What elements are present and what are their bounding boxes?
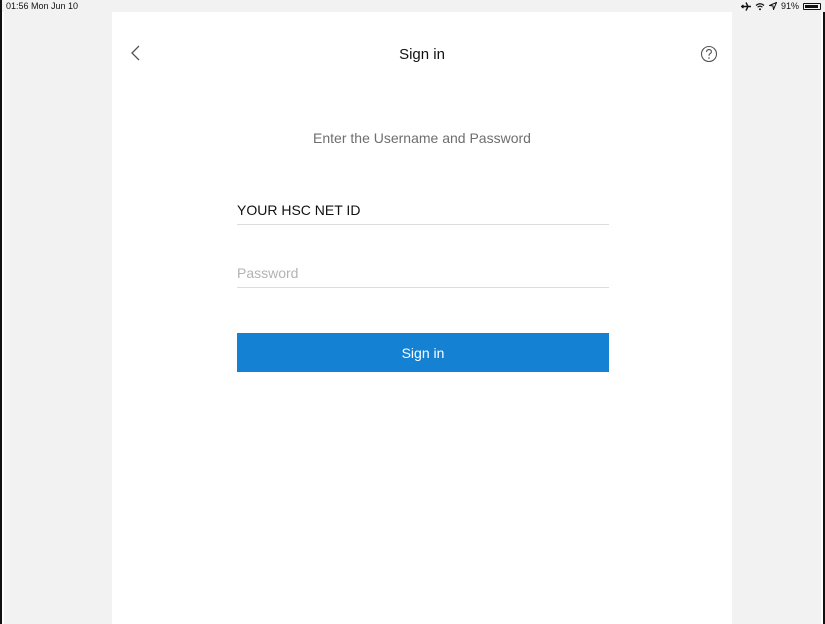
username-field[interactable]: YOUR HSC NET ID — [237, 195, 609, 225]
password-field[interactable]: Password — [237, 258, 609, 288]
location-icon — [768, 2, 777, 10]
help-icon — [700, 45, 718, 63]
right-margin — [728, 12, 821, 624]
sign-in-button[interactable]: Sign in — [237, 333, 609, 372]
battery-icon — [803, 2, 821, 10]
airplane-icon — [740, 1, 751, 11]
help-button[interactable] — [700, 45, 718, 63]
status-time: 01:56 Mon Jun 10 — [6, 1, 79, 11]
instruction-text: Enter the Username and Password — [313, 130, 531, 146]
sign-in-button-label: Sign in — [401, 344, 445, 361]
wifi-icon — [755, 2, 765, 10]
battery-fill — [805, 4, 818, 8]
left-margin — [4, 12, 112, 624]
app-window: 01:56 Mon Jun 10 91% Sign in Enter the U… — [0, 0, 825, 624]
status-icons: 91% — [740, 0, 821, 12]
status-bar: 01:56 Mon Jun 10 91% — [2, 0, 825, 12]
battery-percent: 91% — [780, 1, 799, 11]
sign-in-panel: Sign in Enter the Username and Password … — [112, 12, 732, 624]
page-title: Sign in — [399, 46, 445, 63]
